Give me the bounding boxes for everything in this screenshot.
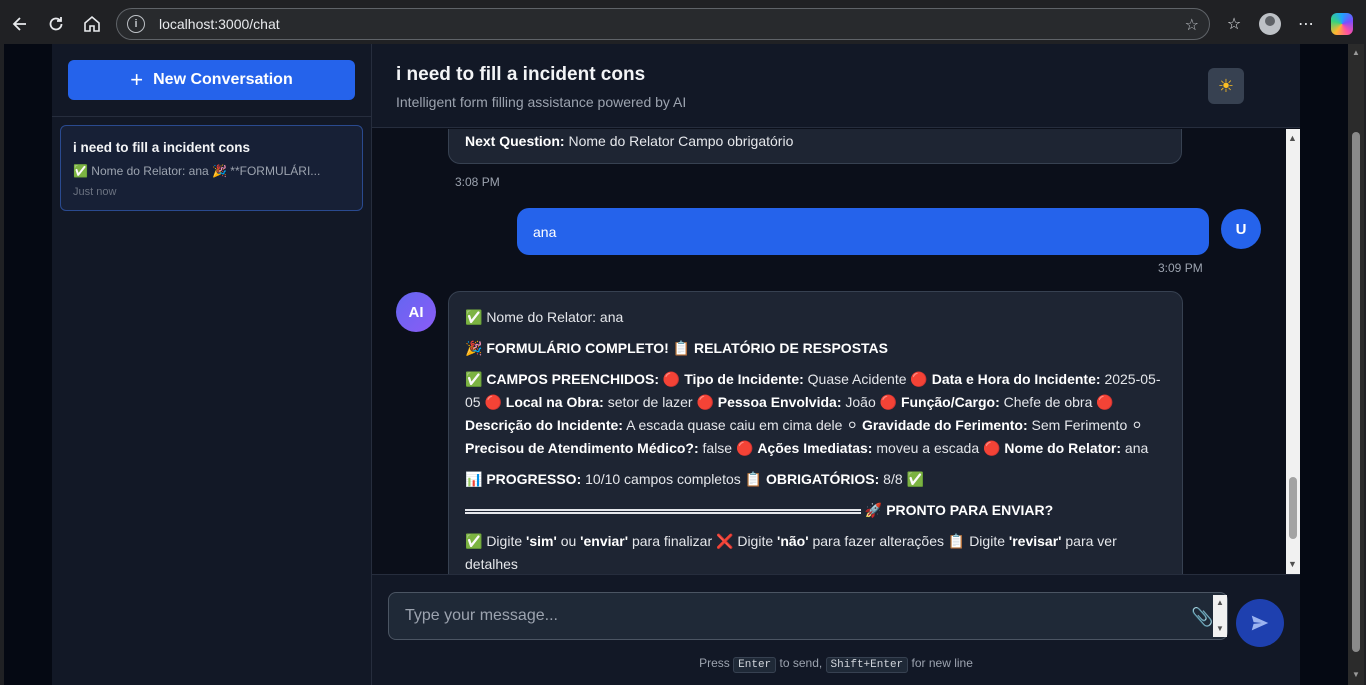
ai-instructions: ✅ Digite 'sim' ou 'enviar' para finaliza… [465, 533, 1117, 572]
ai-message-previous: Next Question: Nome do Relator Campo obr… [448, 129, 1182, 164]
message-time: 3:08 PM [455, 175, 500, 189]
page-scrollbar[interactable]: ▲ ▼ [1348, 44, 1364, 685]
ai-filled-fields: ✅ CAMPOS PREENCHIDOS: 🔴 Tipo de Incident… [465, 371, 1161, 456]
ai-ready: 🚀 PRONTO PARA ENVIAR? [465, 499, 1166, 522]
divider [52, 116, 372, 117]
scrollbar-thumb[interactable] [1289, 477, 1297, 539]
divider-line [465, 508, 861, 514]
sidebar: + New Conversation i need to fill a inci… [52, 44, 372, 685]
message-input-box[interactable]: 📎 ▲▼ [388, 592, 1228, 640]
page-title: i need to fill a incident cons [396, 64, 646, 85]
message-time: 3:09 PM [1158, 261, 1203, 275]
user-message-text: ana [533, 223, 557, 240]
ai-avatar: AI [396, 292, 436, 332]
browser-toolbar: i localhost:3000/chat ☆ ☆ ⋯ [0, 0, 1366, 48]
new-conversation-label: New Conversation [153, 71, 293, 88]
page-scroll-up-icon[interactable]: ▲ [1352, 48, 1360, 57]
new-conversation-button[interactable]: + New Conversation [68, 60, 355, 100]
user-avatar: U [1221, 209, 1261, 249]
conversation-item[interactable]: i need to fill a incident cons ✅ Nome do… [60, 125, 363, 211]
message-input[interactable] [389, 593, 1179, 639]
send-button[interactable] [1236, 599, 1284, 647]
home-icon[interactable] [74, 6, 110, 42]
conversation-preview: ✅ Nome do Relator: ana 🎉 **FORMULÁRI... [73, 164, 321, 178]
ai-line-relator: ✅ Nome do Relator: ana [465, 309, 624, 325]
next-question-text: Nome do Relator Campo obrigatório [568, 133, 794, 149]
user-message: ana [517, 208, 1209, 255]
composer: 📎 ▲▼ Press Enter to send, Shift+Enter fo… [372, 574, 1300, 685]
bookmark-star-icon[interactable]: ☆ [1185, 15, 1199, 35]
back-icon[interactable] [2, 6, 38, 42]
chat-scrollbar[interactable]: ▲ ▼ [1286, 129, 1300, 574]
url-text: localhost:3000/chat [159, 16, 280, 32]
app-page: + New Conversation i need to fill a inci… [4, 44, 1364, 685]
profile-icon[interactable] [1254, 8, 1286, 40]
scroll-down-icon[interactable]: ▼ [1288, 559, 1297, 569]
conversation-title: i need to fill a incident cons [73, 140, 251, 155]
conversation-time: Just now [73, 186, 117, 198]
ai-message: ✅ Nome do Relator: ana 🎉 FORMULÁRIO COMP… [448, 291, 1183, 574]
next-question-label: Next Question: [465, 133, 565, 149]
address-bar[interactable]: i localhost:3000/chat ☆ [116, 8, 1210, 40]
copilot-icon[interactable] [1326, 8, 1358, 40]
more-menu-icon[interactable]: ⋯ [1290, 8, 1322, 40]
favorites-icon[interactable]: ☆ [1218, 8, 1250, 40]
ai-line-complete: 🎉 FORMULÁRIO COMPLETO! 📋 RELATÓRIO DE RE… [465, 340, 888, 356]
ai-progress: 📊 PROGRESSO: 10/10 campos completos 📋 OB… [465, 471, 924, 487]
theme-toggle-button[interactable]: ☀ [1208, 68, 1244, 104]
page-scroll-down-icon[interactable]: ▼ [1352, 670, 1360, 679]
page-subtitle: Intelligent form filling assistance powe… [396, 94, 687, 110]
send-icon [1251, 615, 1269, 631]
keyboard-hint: Press Enter to send, Shift+Enter for new… [699, 656, 973, 673]
plus-icon: + [130, 67, 144, 92]
sun-icon: ☀ [1217, 75, 1235, 96]
page-scrollbar-thumb[interactable] [1352, 132, 1360, 652]
reload-icon[interactable] [38, 6, 74, 42]
message-list[interactable]: Next Question: Nome do Relator Campo obr… [372, 129, 1286, 574]
chat-header: i need to fill a incident cons Intellige… [372, 44, 1300, 128]
chat-main: i need to fill a incident cons Intellige… [372, 44, 1300, 685]
input-scrollbar[interactable]: ▲ ▼ [1213, 595, 1227, 637]
paperclip-icon[interactable]: 📎 [1191, 607, 1213, 628]
scroll-up-icon[interactable]: ▲ [1288, 133, 1297, 143]
site-info-icon[interactable]: i [127, 15, 145, 33]
